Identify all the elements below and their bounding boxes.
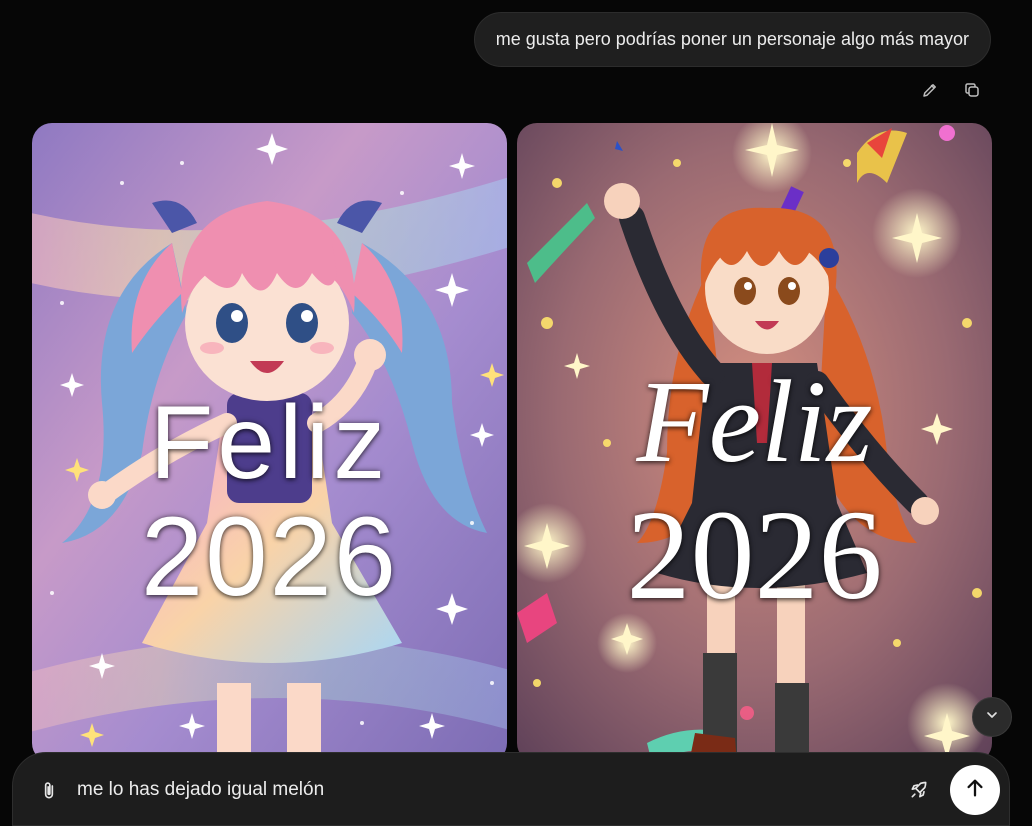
image-1-text-year: 2026 (140, 494, 399, 619)
image-2-text-year: 2026 (626, 484, 883, 626)
image-1-text-feliz: Feliz (149, 385, 390, 501)
user-message-bubble: me gusta pero podrías poner un personaje… (473, 12, 991, 67)
chevron-down-icon (984, 707, 1000, 728)
arrow-up-icon (964, 777, 986, 804)
message-input[interactable] (77, 775, 837, 805)
copy-icon[interactable] (962, 80, 982, 100)
pencil-icon[interactable] (920, 80, 940, 100)
message-composer (12, 752, 1010, 826)
generated-image-1[interactable]: Feliz 2026 (32, 123, 507, 763)
scroll-to-bottom-button[interactable] (972, 697, 1012, 737)
rocket-icon[interactable] (909, 780, 929, 800)
paperclip-icon[interactable] (39, 781, 59, 801)
message-actions (920, 80, 982, 100)
image-2-text-feliz: Feliz (636, 356, 873, 487)
generated-image-2[interactable]: Feliz 2026 (517, 123, 992, 763)
user-message-text: me gusta pero podrías poner un personaje… (495, 29, 969, 49)
send-button[interactable] (950, 765, 1000, 815)
